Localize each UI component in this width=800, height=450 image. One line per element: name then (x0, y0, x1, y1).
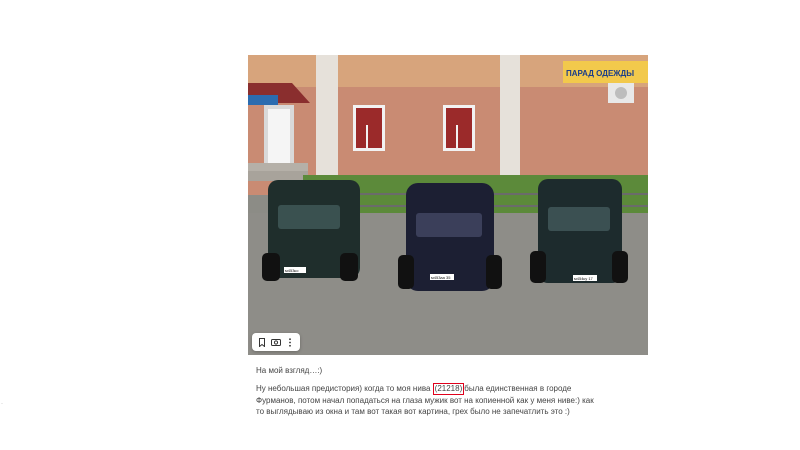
car3-plate: м454ку 17 (574, 276, 594, 281)
highlighted-model: (21218) (432, 383, 465, 395)
post-container: ПАРАД ОДЕЖДЫ м453ко м453аа 35 м454ку 17 … (248, 55, 648, 417)
post-body-text: Ну небольшая предистория) когда то моя н… (248, 383, 596, 417)
bookmark-icon[interactable] (255, 335, 269, 349)
car2-plate: м453аа 35 (431, 275, 451, 280)
side-mark: · (1, 401, 3, 407)
post-text-before: Ну небольшая предистория) когда то моя н… (256, 384, 433, 393)
camera-icon[interactable] (269, 335, 283, 349)
car1-plate: м453ко (285, 268, 299, 273)
store-sign-text: ПАРАД ОДЕЖДЫ (566, 69, 634, 78)
post-caption: На мой взгляд…:) (256, 366, 323, 375)
photo-scene: ПАРАД ОДЕЖДЫ м453ко м453аа 35 м454ку 17 (248, 55, 648, 355)
more-vertical-icon[interactable] (283, 335, 297, 349)
post-photo[interactable]: ПАРАД ОДЕЖДЫ м453ко м453аа 35 м454ку 17 (248, 55, 648, 355)
photo-toolbar (252, 333, 300, 351)
